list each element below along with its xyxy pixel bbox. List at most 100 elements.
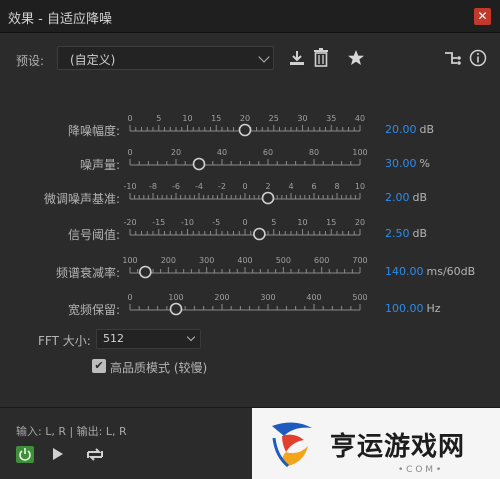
tick-label: 0 [127, 114, 132, 123]
slider-track[interactable]: 0 20 40 60 80 100 [124, 142, 374, 178]
high-quality-checkbox[interactable]: ✔ [92, 359, 106, 373]
loop-button[interactable] [86, 446, 104, 463]
slider-value[interactable]: 2.00 dB [385, 191, 427, 204]
tick-label: 300 [199, 256, 214, 265]
tick-label: 500 [352, 293, 367, 302]
slider-value[interactable]: 2.50 dB [385, 227, 427, 240]
loop-icon [87, 448, 103, 461]
tick-label: 60 [263, 148, 273, 157]
slider-track[interactable]: -10 -8 -6 -4 -2 0 2 4 6 8 10 [123, 176, 374, 212]
tick-label: 5 [156, 114, 161, 123]
slider-thumb[interactable] [169, 302, 183, 316]
tick-label: 80 [309, 148, 319, 157]
slider-value-unit: % [419, 157, 430, 170]
chevron-down-icon [258, 51, 270, 63]
tick-label: 100 [352, 148, 367, 157]
tick-label: 100 [168, 293, 183, 302]
tick-label: 0 [127, 148, 132, 157]
logo-icon [272, 422, 312, 468]
slider-label: 微调噪声基准: [43, 192, 120, 206]
slider-value[interactable]: 140.00 ms/60dB [385, 265, 475, 278]
close-button[interactable]: ✕ [474, 8, 491, 25]
io-channels-text: 输入: L, R | 输出: L, R [16, 425, 127, 438]
tick-label: 25 [269, 114, 279, 123]
tick-label: 0 [127, 293, 132, 302]
slider-value[interactable]: 20.00 dB [385, 123, 434, 136]
tick-label: 300 [260, 293, 275, 302]
slider-row: 信号阈值: -20 -15 -10 -5 0 5 10 15 20 2.50 dB [0, 212, 500, 248]
tick-label: 30 [297, 114, 307, 123]
preset-value: (自定义) [70, 53, 116, 67]
tick-label: 100 [122, 256, 137, 265]
slider-track[interactable]: 0 5 10 15 20 25 30 35 40 [124, 108, 374, 144]
preset-toolbar: 预设: (自定义) [0, 39, 500, 80]
slider-value-unit: dB [412, 227, 428, 240]
tick-label: -10 [123, 182, 136, 191]
star-icon[interactable] [347, 49, 365, 72]
slider-label: 宽频保留: [67, 303, 120, 317]
slider-thumb[interactable] [238, 123, 252, 137]
tick-label: 15 [211, 114, 221, 123]
slider-track[interactable]: -20 -15 -10 -5 0 5 10 15 20 [123, 212, 374, 248]
tick-label: 4 [288, 182, 293, 191]
preset-dropdown[interactable]: (自定义) [57, 46, 274, 70]
info-icon[interactable] [469, 49, 487, 72]
slider-thumb[interactable] [253, 227, 266, 241]
fft-size-dropdown[interactable]: 512 [96, 329, 201, 349]
trash-icon[interactable] [313, 48, 329, 72]
slider-thumb[interactable] [192, 157, 206, 171]
slider-row: 微调噪声基准: -10 -8 -6 -4 -2 0 2 4 6 8 10 2.00 dB [0, 176, 500, 212]
slider-track[interactable]: 0 100 200 300 400 500 [124, 287, 374, 323]
slider-value-unit: Hz [426, 302, 441, 315]
tick-label: -5 [212, 218, 220, 227]
preset-label: 预设: [16, 54, 45, 68]
slider-value-unit: dB [412, 191, 428, 204]
tick-label: 10 [355, 182, 365, 191]
watermark-logo: 亨运游戏网 • C O M • [252, 408, 500, 479]
high-quality-label: 高品质模式 (较慢) [110, 361, 208, 375]
power-button[interactable] [16, 446, 34, 463]
watermark-text: 亨运游戏网 [330, 432, 466, 462]
tick-label: -10 [181, 218, 194, 227]
slider-value-number: 2.00 [385, 191, 410, 204]
tick-label: 5 [271, 218, 276, 227]
download-icon[interactable] [288, 49, 306, 72]
tick-label: -15 [152, 218, 165, 227]
tick-label: 0 [242, 218, 247, 227]
slider-thumb[interactable] [261, 191, 275, 205]
tick-label: 200 [161, 256, 176, 265]
slider-value[interactable]: 30.00% [385, 157, 430, 170]
slider-value-unit: ms/60dB [426, 265, 476, 278]
chevron-down-icon [186, 332, 196, 342]
tick-label: 20 [240, 114, 250, 123]
slider-row: 噪声量: 0 20 40 60 80 100 30.00% [0, 142, 500, 178]
routing-icon[interactable] [444, 50, 462, 71]
tick-label: 10 [297, 218, 307, 227]
slider-track[interactable]: 100 200 300 400 500 600 700 [122, 250, 374, 286]
power-icon [19, 448, 31, 461]
title-bar: 效果 - 自适应降噪 ✕ [0, 0, 500, 33]
tick-label: 2 [265, 182, 270, 191]
slider-label: 信号阈值: [67, 228, 120, 242]
slider-value-number: 20.00 [385, 123, 417, 136]
tick-label: -20 [123, 218, 136, 227]
slider-value-unit: dB [419, 123, 435, 136]
fft-size-label: FFT 大小: [38, 334, 91, 348]
slider-value-number: 30.00 [385, 157, 417, 170]
play-icon[interactable] [53, 448, 63, 460]
watermark-domain: • C O M • [398, 465, 442, 475]
slider-row: 频谱衰减率: 100 200 300 400 500 600 700 140.00 ms/60dB [0, 250, 500, 286]
tick-label: 20 [171, 148, 181, 157]
slider-label: 频谱衰减率: [55, 266, 120, 280]
tick-label: 0 [242, 182, 247, 191]
tick-label: 8 [334, 182, 339, 191]
slider-value[interactable]: 100.00 Hz [385, 302, 441, 315]
slider-row: 宽频保留: 0 100 200 300 400 500 100.00 Hz [0, 287, 500, 323]
tick-label: 400 [306, 293, 321, 302]
tick-label: 400 [237, 256, 252, 265]
window-title: 效果 - 自适应降噪 [8, 12, 112, 27]
slider-value-number: 2.50 [385, 227, 410, 240]
tick-label: 35 [326, 114, 336, 123]
slider-thumb[interactable] [139, 265, 152, 279]
tick-label: 6 [311, 182, 316, 191]
